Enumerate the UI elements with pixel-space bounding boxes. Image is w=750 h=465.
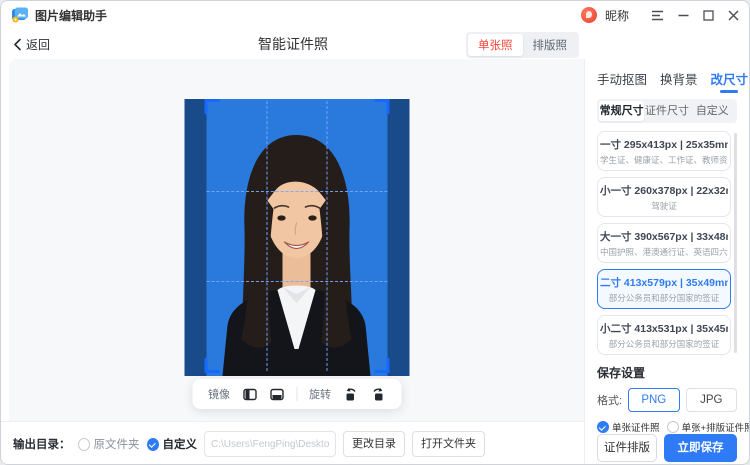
menu-icon[interactable] — [651, 10, 664, 21]
crop-handle-top-left[interactable] — [204, 99, 219, 114]
subtab-regular-size[interactable]: 常规尺寸 — [599, 101, 644, 121]
format-jpg-button[interactable]: JPG — [686, 388, 737, 412]
crop-gridline — [266, 101, 267, 371]
option-label: 单张+排版证件照 — [682, 420, 749, 434]
crop-handle-top-right[interactable] — [374, 99, 389, 114]
size-card-title: 小一寸 260x378px | 22x32mm — [600, 183, 728, 198]
format-row: 格式: PNG JPG — [597, 388, 737, 412]
tab-change-background[interactable]: 换背景 — [660, 69, 698, 88]
crop-handle-bottom-right[interactable] — [374, 358, 389, 373]
page-title: 智能证件照 — [258, 34, 328, 54]
id-layout-button[interactable]: 证件排版 — [597, 434, 657, 462]
sidebar-actions: 证件排版 立即保存 — [597, 434, 737, 462]
radio-checked-icon[interactable] — [597, 421, 609, 433]
crop-area[interactable] — [206, 101, 387, 371]
custom-folder-label: 自定义 — [163, 436, 198, 452]
format-png-button[interactable]: PNG — [628, 388, 679, 412]
size-card-subtitle: 部分公务员和部分国家的签证 — [600, 338, 728, 350]
size-card-title: 大一寸 390x567px | 33x48mm — [600, 229, 728, 244]
size-card-subtitle: 驾驶证 — [600, 200, 728, 212]
tab-layout-photo[interactable]: 排版照 — [523, 34, 578, 56]
output-dir-label: 输出目录： — [13, 436, 71, 452]
back-chevron-icon — [13, 38, 22, 51]
output-path-input[interactable] — [204, 431, 336, 457]
size-card-small-1inch[interactable]: 小一寸 260x378px | 22x32mm 驾驶证 — [597, 177, 731, 217]
tab-single-photo[interactable]: 单张照 — [468, 34, 523, 56]
radio-unchecked-icon[interactable] — [667, 421, 679, 433]
radio-original-folder[interactable]: 原文件夹 — [78, 436, 140, 452]
photo-toolbar: 镜像 旋转 — [192, 379, 401, 409]
save-settings-title: 保存设置 — [597, 364, 737, 381]
crop-handle-bottom-left[interactable] — [204, 358, 219, 373]
page-header: 返回 智能证件照 单张照 排版照 — [1, 29, 749, 59]
crop-gridline — [206, 281, 387, 282]
size-card-title: 二寸 413x579px | 35x49mm — [600, 275, 728, 290]
radio-custom-folder[interactable]: 自定义 — [147, 436, 198, 452]
size-list-scrollbar[interactable] — [734, 133, 737, 353]
save-options-row: 单张证件照 单张+排版证件照 — [597, 420, 737, 434]
size-card-subtitle: 中国护照、港澳通行证、英语四六级等 — [600, 246, 728, 258]
option-single-id-photo[interactable]: 单张证件照 — [597, 420, 660, 434]
size-card-2inch[interactable]: 二寸 413x579px | 35x49mm 部分公务员和部分国家的签证 — [597, 269, 731, 309]
size-card-list: 一寸 295x413px | 25x35mm 学生证、健康证、工作证、教师资格证… — [597, 131, 737, 355]
flip-vertical-button[interactable] — [269, 387, 284, 402]
output-bar: 输出目录： 原文件夹 自定义 更改目录 打开文件夹 — [1, 421, 584, 465]
tab-manual-cutout[interactable]: 手动抠图 — [597, 69, 647, 88]
photo-mode-tabs: 单张照 排版照 — [466, 32, 579, 58]
original-folder-label: 原文件夹 — [94, 436, 140, 452]
size-card-subtitle: 部分公务员和部分国家的签证 — [600, 292, 728, 304]
close-button[interactable] — [728, 10, 739, 21]
crop-mask-left — [184, 99, 206, 376]
option-label: 单张证件照 — [612, 420, 660, 434]
crop-mask-right — [387, 99, 409, 376]
photo-canvas: 镜像 旋转 — [9, 59, 584, 421]
back-label: 返回 — [26, 36, 50, 53]
option-single-plus-layout[interactable]: 单张+排版证件照 — [667, 420, 749, 434]
rotate-label: 旋转 — [309, 386, 331, 402]
back-button[interactable]: 返回 — [13, 36, 50, 53]
subtab-id-size[interactable]: 证件尺寸 — [644, 101, 689, 121]
user-nickname[interactable]: 昵称 — [605, 7, 629, 24]
radio-unchecked-icon[interactable] — [78, 438, 90, 451]
titlebar: 图片编辑助手 昵称 — [1, 1, 749, 29]
size-card-subtitle: 学生证、健康证、工作证、教师资格证 — [600, 154, 728, 166]
minimize-button[interactable] — [678, 10, 689, 21]
maximize-button[interactable] — [703, 10, 714, 21]
sidebar-tabs: 手动抠图 换背景 改尺寸 — [597, 65, 737, 91]
size-card-small-2inch[interactable]: 小二寸 413x531px | 35x45mm 部分公务员和部分国家的签证 — [597, 315, 731, 355]
app-window: 图片编辑助手 昵称 — [0, 0, 750, 465]
app-logo-icon — [11, 6, 29, 24]
user-avatar[interactable] — [581, 7, 597, 23]
open-folder-button[interactable]: 打开文件夹 — [412, 431, 485, 457]
size-card-title: 一寸 295x413px | 25x35mm — [600, 137, 728, 152]
flip-horizontal-button[interactable] — [242, 387, 257, 402]
change-dir-button[interactable]: 更改目录 — [343, 431, 405, 457]
radio-checked-icon[interactable] — [147, 438, 159, 451]
size-card-title: 小二寸 413x531px | 35x45mm — [600, 321, 728, 336]
size-category-tabs: 常规尺寸 证件尺寸 自定义 — [597, 99, 737, 123]
toolbar-divider — [296, 387, 297, 401]
rotate-right-button[interactable] — [370, 387, 385, 402]
size-card-1inch[interactable]: 一寸 295x413px | 25x35mm 学生证、健康证、工作证、教师资格证 — [597, 131, 731, 171]
rotate-left-button[interactable] — [343, 387, 358, 402]
crop-gridline — [326, 101, 327, 371]
size-card-large-1inch[interactable]: 大一寸 390x567px | 33x48mm 中国护照、港澳通行证、英语四六级… — [597, 223, 731, 263]
tab-resize[interactable]: 改尺寸 — [711, 69, 749, 88]
format-label: 格式: — [597, 392, 622, 408]
app-title: 图片编辑助手 — [35, 7, 107, 24]
mirror-label: 镜像 — [208, 386, 230, 402]
photo-preview[interactable] — [184, 99, 409, 376]
sidebar: 手动抠图 换背景 改尺寸 常规尺寸 证件尺寸 自定义 一寸 295x413px … — [584, 59, 749, 465]
save-now-button[interactable]: 立即保存 — [664, 434, 737, 462]
crop-gridline — [206, 191, 387, 192]
subtab-custom-size[interactable]: 自定义 — [690, 101, 735, 121]
